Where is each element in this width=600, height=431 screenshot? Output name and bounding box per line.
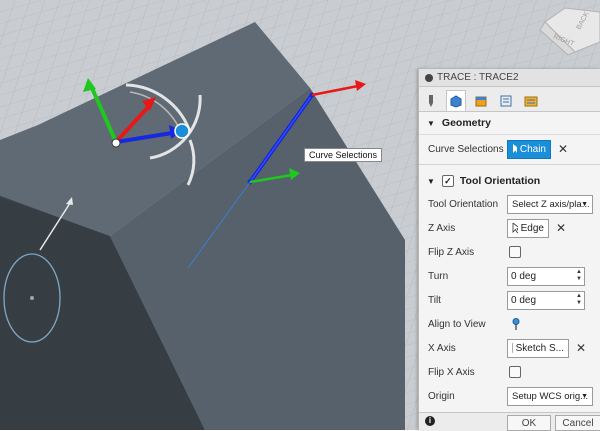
origin-label: Origin — [428, 390, 455, 402]
clear-x-axis-button[interactable]: ✕ — [576, 341, 586, 355]
dialog-titlebar[interactable]: TRACE : TRACE2 — [419, 69, 600, 87]
linking-icon — [524, 96, 538, 107]
origin-value: Setup WCS orig... — [512, 390, 589, 402]
z-axis-row: Z Axis Edge ✕ — [419, 216, 600, 240]
x-axis-row: X Axis Sketch S... ✕ — [419, 336, 600, 360]
cursor-arrow-icon — [513, 144, 517, 153]
x-axis-select-button[interactable]: Sketch S... — [507, 338, 569, 358]
flip-x-label: Flip X Axis — [428, 366, 475, 378]
circle-center-point — [30, 296, 34, 300]
flip-z-checkbox[interactable] — [509, 246, 521, 258]
tilt-value: 0 deg — [511, 294, 537, 306]
tab-bar — [419, 87, 600, 112]
z-axis-value: Edge — [520, 222, 544, 234]
flip-x-checkbox[interactable] — [509, 366, 521, 378]
turn-value: 0 deg — [511, 270, 537, 282]
cancel-button[interactable]: Cancel — [555, 415, 600, 431]
spin-arrows-icon[interactable]: ▲ ▼ — [576, 293, 582, 307]
heights-icon — [475, 96, 487, 107]
align-to-view-icon[interactable] — [511, 318, 521, 330]
curve-selections-tooltip: Curve Selections — [304, 148, 383, 162]
x-axis-value: Sketch S... — [515, 342, 564, 354]
turn-row: Turn 0 deg ▲ ▼ — [419, 264, 600, 288]
shape-icon — [450, 95, 462, 108]
origin-dropdown[interactable]: Setup WCS orig... ▼ — [507, 386, 593, 406]
turn-input[interactable]: 0 deg ▲ ▼ — [507, 266, 585, 286]
z-axis-select-button[interactable]: Edge — [507, 218, 549, 238]
align-to-view-label: Align to View — [428, 318, 486, 330]
chain-label: Chain — [519, 143, 546, 155]
flip-x-row: Flip X Axis — [419, 360, 600, 384]
origin-row: Origin Setup WCS orig... ▼ — [419, 384, 600, 408]
x-axis-label: X Axis — [428, 342, 456, 354]
tab-heights[interactable] — [471, 91, 491, 111]
flip-z-row: Flip Z Axis — [419, 240, 600, 264]
passes-icon — [500, 95, 512, 107]
tool-orientation-checkbox[interactable]: ✓ — [441, 175, 454, 187]
curve-selections-label: Curve Selections — [428, 143, 504, 155]
tilt-label: Tilt — [428, 294, 441, 306]
collapse-triangle-icon[interactable]: ▼ — [427, 119, 435, 128]
cursor-arrow-icon — [512, 343, 513, 353]
align-to-view-row: Align to View — [419, 312, 600, 336]
cursor-arrow-icon — [512, 223, 518, 233]
turn-label: Turn — [428, 270, 449, 282]
tab-passes[interactable] — [496, 91, 516, 111]
ok-button[interactable]: OK — [507, 415, 551, 431]
tilt-input[interactable]: 0 deg ▲ ▼ — [507, 290, 585, 310]
geometry-section-header[interactable]: ▼ Geometry — [419, 112, 600, 135]
tool-orientation-header-label: Tool Orientation — [459, 175, 541, 187]
chevron-down-icon: ▼ — [581, 392, 588, 400]
z-axis-label: Z Axis — [428, 222, 456, 234]
tool-orientation-dropdown[interactable]: Select Z axis/pla... ▼ — [507, 194, 593, 214]
tab-linking[interactable] — [521, 91, 541, 111]
chain-select-button[interactable]: Chain — [507, 139, 551, 159]
chevron-down-icon: ▼ — [581, 200, 588, 208]
info-icon[interactable]: i — [425, 416, 435, 426]
tool-icon — [429, 95, 433, 107]
trace-dialog: TRACE : TRACE2 ▼ Geometry Curve Selectio… — [418, 69, 600, 431]
spin-arrows-icon[interactable]: ▲ ▼ — [576, 269, 582, 283]
tool-orientation-row: Tool Orientation Select Z axis/pla... ▼ — [419, 192, 600, 216]
dialog-footer: i OK Cancel — [419, 412, 600, 431]
tool-orientation-section-header[interactable]: ▼ ✓ Tool Orientation — [419, 170, 600, 192]
curve-selections-row: Curve Selections Chain ✕ — [419, 137, 600, 161]
tab-geometry[interactable] — [446, 90, 466, 111]
tool-orientation-label: Tool Orientation — [428, 198, 499, 210]
geometry-header-label: Geometry — [441, 117, 491, 129]
tilt-row: Tilt 0 deg ▲ ▼ — [419, 288, 600, 312]
clear-z-axis-button[interactable]: ✕ — [556, 221, 566, 235]
clear-selection-button[interactable]: ✕ — [558, 142, 568, 156]
flip-z-label: Flip Z Axis — [428, 246, 475, 258]
tab-tool[interactable] — [421, 91, 441, 111]
dialog-title: TRACE : TRACE2 — [437, 72, 519, 83]
collapse-icon[interactable] — [425, 73, 433, 82]
collapse-triangle-icon[interactable]: ▼ — [427, 177, 435, 186]
tool-orientation-value: Select Z axis/pla... — [512, 198, 590, 210]
